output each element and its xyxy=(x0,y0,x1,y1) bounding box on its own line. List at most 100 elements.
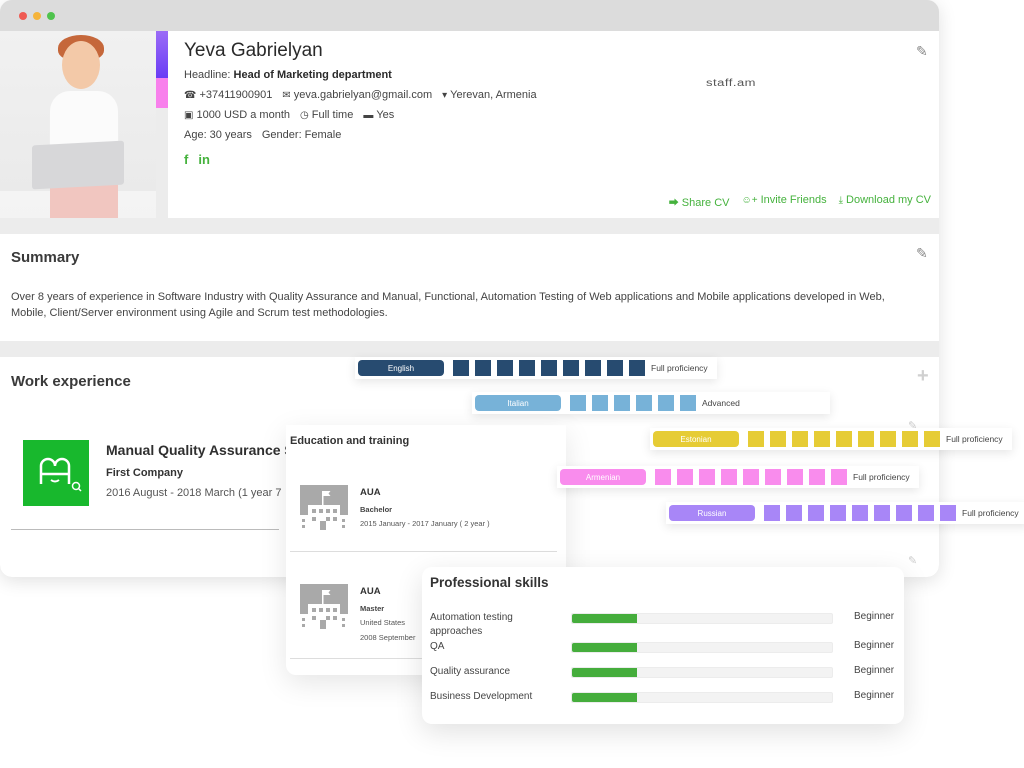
headline-value: Head of Marketing department xyxy=(233,69,392,81)
level-square xyxy=(629,360,645,376)
level-square xyxy=(655,469,671,485)
invite-friends-button[interactable]: ☺+ Invite Friends xyxy=(742,194,827,209)
profile-actions: ⮕ Share CV ☺+ Invite Friends ⤓ Download my … xyxy=(669,194,931,209)
skill-row: QA Beginner xyxy=(422,640,904,660)
headline-label: Headline: xyxy=(184,69,231,81)
share-cv-button[interactable]: ⮕ Share CV xyxy=(669,194,730,209)
level-square xyxy=(497,360,513,376)
level-square xyxy=(699,469,715,485)
level-square xyxy=(764,505,780,521)
skills-title: Professional skills xyxy=(430,575,549,590)
skill-level: Beginner xyxy=(854,640,895,651)
level-square xyxy=(809,469,825,485)
car-ownership: Yes xyxy=(376,109,395,121)
level-square xyxy=(874,505,890,521)
level-square xyxy=(721,469,737,485)
edit-work-pencil-icon[interactable]: ✎ xyxy=(908,554,917,567)
level-square xyxy=(896,505,912,521)
money-icon: ▣ xyxy=(184,110,194,121)
level-square xyxy=(852,505,868,521)
phone-icon: ☎ xyxy=(184,90,197,101)
education-country: United States xyxy=(360,618,406,627)
level-square xyxy=(918,505,934,521)
close-window-button[interactable] xyxy=(19,12,27,20)
summary-section: Summary ✎ Over 8 years of experience in … xyxy=(0,234,939,341)
location: Yerevan, Armenia xyxy=(450,89,537,101)
level-square xyxy=(786,505,802,521)
skill-level: Beginner xyxy=(854,690,895,701)
level-square xyxy=(830,505,846,521)
level-square xyxy=(541,360,557,376)
language-row: Italian Advanced xyxy=(472,392,830,414)
level-square xyxy=(743,469,759,485)
divider xyxy=(290,551,557,552)
employment-type: Full time xyxy=(311,109,354,121)
edit-profile-pencil-icon[interactable]: ✎ xyxy=(916,43,928,60)
language-level: Advanced xyxy=(702,398,740,408)
education-dates: 2008 September xyxy=(360,633,416,642)
level-square xyxy=(808,505,824,521)
skill-row: Business Development Beginner xyxy=(422,690,904,710)
level-square xyxy=(592,395,608,411)
profile-card: Yeva Gabrielyan Headline: Head of Market… xyxy=(168,31,939,218)
level-square xyxy=(902,431,918,447)
level-square xyxy=(787,469,803,485)
level-square xyxy=(814,431,830,447)
language-name: English xyxy=(358,360,444,376)
download-cv-button[interactable]: ⤓ Download my CV xyxy=(839,194,931,209)
maximize-window-button[interactable] xyxy=(47,12,55,20)
clock-icon: ◷ xyxy=(300,110,309,121)
work-title: Work experience xyxy=(11,373,131,390)
language-level-squares xyxy=(453,360,645,376)
skill-level: Beginner xyxy=(854,665,895,676)
minimize-window-button[interactable] xyxy=(33,12,41,20)
skill-level: Beginner xyxy=(854,611,895,622)
facebook-icon[interactable]: f xyxy=(184,152,188,167)
language-name: Armenian xyxy=(560,469,646,485)
level-square xyxy=(614,395,630,411)
language-row: English Full proficiency xyxy=(355,357,717,379)
envelope-icon: ✉ xyxy=(282,90,291,101)
language-level: Full proficiency xyxy=(946,434,1003,444)
skill-progress-fill xyxy=(572,614,637,623)
level-square xyxy=(924,431,940,447)
add-work-plus-icon[interactable]: + xyxy=(917,365,929,388)
gender: Gender: Female xyxy=(261,129,342,141)
skill-progress-bar xyxy=(571,642,833,653)
profile-name: Yeva Gabrielyan xyxy=(184,40,323,61)
language-name: Estonian xyxy=(653,431,739,447)
level-square xyxy=(570,395,586,411)
level-square xyxy=(585,360,601,376)
phone: +37411900901 xyxy=(199,89,273,101)
skill-name: Business Development xyxy=(430,691,533,702)
level-square xyxy=(453,360,469,376)
job-prefs-row: ▣ 1000 USD a month ◷ Full time ▬ Yes xyxy=(184,109,394,121)
level-square xyxy=(748,431,764,447)
linkedin-icon[interactable]: in xyxy=(198,152,210,167)
degree: Bachelor xyxy=(360,505,393,514)
professional-skills-card: Professional skills Automation testing a… xyxy=(422,567,904,724)
download-icon: ⤓ xyxy=(838,195,844,206)
level-square xyxy=(831,469,847,485)
level-square xyxy=(765,469,781,485)
email: yeva.gabrielyan@gmail.com xyxy=(293,89,433,101)
language-level-squares xyxy=(748,431,940,447)
map-marker-icon: ▾ xyxy=(442,90,448,101)
skill-progress-bar xyxy=(571,692,833,703)
edit-summary-pencil-icon[interactable]: ✎ xyxy=(916,245,928,262)
skill-progress-bar xyxy=(571,667,833,678)
education-dates: 2015 January - 2017 January ( 2 year ) xyxy=(360,519,490,528)
accent-bar-purple xyxy=(156,31,168,78)
brand-logo: staff.am xyxy=(706,76,757,89)
level-square xyxy=(677,469,693,485)
skill-row: Automation testing approaches Beginner xyxy=(422,611,904,637)
social-links: f in xyxy=(184,152,210,167)
job-company: First Company xyxy=(106,467,184,479)
skill-progress-fill xyxy=(572,693,637,702)
level-square xyxy=(563,360,579,376)
contact-row: ☎ +37411900901 ✉ yeva.gabrielyan@gmail.com… xyxy=(184,89,537,101)
level-square xyxy=(636,395,652,411)
level-square xyxy=(680,395,696,411)
personal-row: Age: 30 years Gender: Female xyxy=(184,129,341,141)
skill-progress-fill xyxy=(572,668,637,677)
